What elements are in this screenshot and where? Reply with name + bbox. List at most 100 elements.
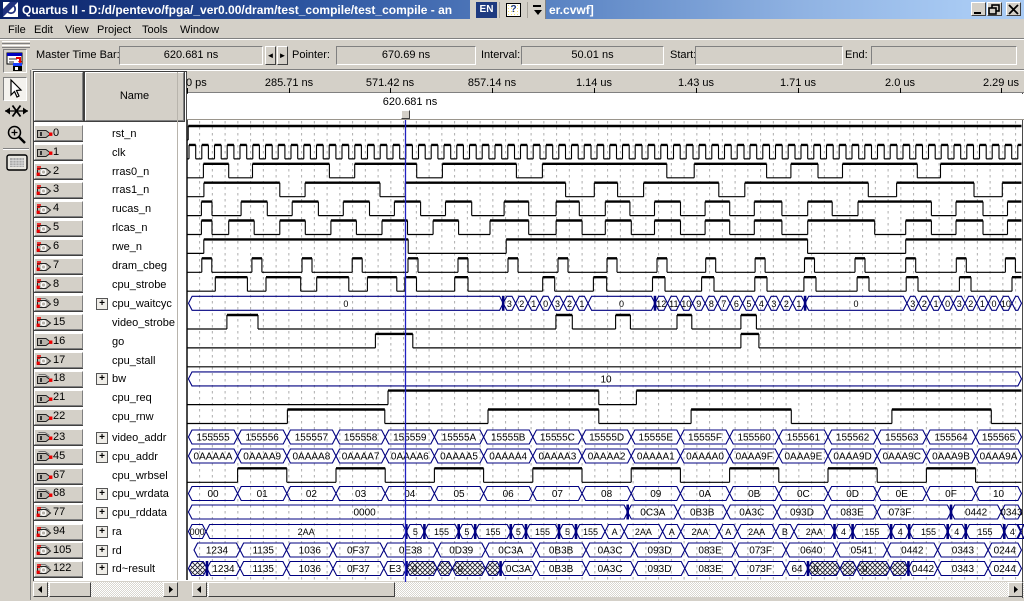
svg-text:083E: 083E xyxy=(840,508,864,519)
svg-text:0AAAA2: 0AAAA2 xyxy=(588,452,626,463)
svg-text:0: 0 xyxy=(412,564,417,574)
svg-text:0442: 0442 xyxy=(912,564,935,575)
svg-text:0C3A: 0C3A xyxy=(640,508,665,519)
svg-text:08: 08 xyxy=(601,489,613,500)
svg-text:06: 06 xyxy=(503,489,515,500)
svg-text:155560: 155560 xyxy=(738,433,772,444)
svg-text:2: 2 xyxy=(784,299,789,309)
svg-text:0E38: 0E38 xyxy=(399,546,423,557)
svg-text:3: 3 xyxy=(957,299,962,309)
svg-text:155: 155 xyxy=(434,527,449,537)
svg-text:4: 4 xyxy=(1010,527,1015,537)
svg-text:15555A: 15555A xyxy=(442,433,477,444)
svg-text:0AAA9F: 0AAA9F xyxy=(736,452,773,463)
svg-text:0AAAA4: 0AAAA4 xyxy=(489,452,527,463)
svg-text:0E: 0E xyxy=(896,489,909,500)
svg-text:1234: 1234 xyxy=(206,546,229,557)
svg-text:0AAAA7: 0AAAA7 xyxy=(342,452,380,463)
svg-text:1: 1 xyxy=(796,299,801,309)
svg-text:11: 11 xyxy=(669,299,678,309)
svg-text:083E: 083E xyxy=(698,564,722,575)
svg-text:A: A xyxy=(725,527,731,537)
svg-text:155555: 155555 xyxy=(196,433,230,444)
svg-text:0AAAAA: 0AAAAA xyxy=(194,452,233,463)
svg-text:5: 5 xyxy=(464,527,469,537)
svg-text:3: 3 xyxy=(555,299,560,309)
svg-text:155: 155 xyxy=(977,527,992,537)
svg-text:0442: 0442 xyxy=(901,546,924,557)
svg-text:A: A xyxy=(669,527,675,537)
svg-text:0B3B: 0B3B xyxy=(690,508,715,519)
svg-text:2AA: 2AA xyxy=(298,527,315,537)
svg-text:0A: 0A xyxy=(699,489,712,500)
svg-text:155558: 155558 xyxy=(344,433,378,444)
svg-text:083E: 083E xyxy=(698,546,722,557)
svg-text:0C: 0C xyxy=(797,489,810,500)
svg-text:4: 4 xyxy=(954,527,959,537)
svg-text:4: 4 xyxy=(898,527,903,537)
svg-text:0AAAA6: 0AAAA6 xyxy=(391,452,429,463)
svg-text:7: 7 xyxy=(721,299,726,309)
svg-text:0AAA9C: 0AAA9C xyxy=(883,452,921,463)
svg-text:0AAAA1: 0AAAA1 xyxy=(637,452,675,463)
svg-text:2: 2 xyxy=(922,299,927,309)
svg-text:E3: E3 xyxy=(389,564,402,575)
svg-text:B: B xyxy=(782,527,788,537)
svg-text:0F37: 0F37 xyxy=(347,546,370,557)
svg-text:1: 1 xyxy=(579,299,584,309)
svg-text:0: 0 xyxy=(343,299,348,309)
svg-text:10: 10 xyxy=(993,489,1005,500)
svg-text:3: 3 xyxy=(910,299,915,309)
svg-text:5: 5 xyxy=(413,527,418,537)
svg-text:155: 155 xyxy=(535,527,550,537)
svg-text:1: 1 xyxy=(933,299,938,309)
svg-text:2: 2 xyxy=(519,299,524,309)
svg-text:0244: 0244 xyxy=(994,546,1017,557)
svg-text:1135: 1135 xyxy=(252,564,274,575)
svg-text:093D: 093D xyxy=(648,564,672,575)
svg-text:15555E: 15555E xyxy=(639,433,674,444)
svg-text:0AAAA9: 0AAAA9 xyxy=(243,452,281,463)
svg-text:2AA: 2AA xyxy=(806,527,823,537)
svg-text:1036: 1036 xyxy=(299,546,322,557)
svg-text:155: 155 xyxy=(485,527,500,537)
svg-text:0B3B: 0B3B xyxy=(549,546,574,557)
svg-text:073F: 073F xyxy=(889,508,912,519)
svg-text:0A3C: 0A3C xyxy=(739,508,764,519)
svg-text:155: 155 xyxy=(864,527,879,537)
svg-text:0AAAA0: 0AAAA0 xyxy=(686,452,724,463)
svg-text:0B3B: 0B3B xyxy=(549,564,574,575)
svg-text:A: A xyxy=(612,527,618,537)
svg-text:155564: 155564 xyxy=(934,433,968,444)
svg-text:0: 0 xyxy=(619,299,624,309)
svg-text:155562: 155562 xyxy=(836,433,870,444)
svg-text:02: 02 xyxy=(306,489,318,500)
svg-text:15555F: 15555F xyxy=(688,433,722,444)
svg-text:0AAAA3: 0AAAA3 xyxy=(538,452,576,463)
svg-text:15555B: 15555B xyxy=(491,433,526,444)
svg-text:155: 155 xyxy=(583,527,598,537)
svg-text:1: 1 xyxy=(531,299,536,309)
svg-text:0: 0 xyxy=(458,564,463,574)
svg-text:2AA: 2AA xyxy=(748,527,765,537)
svg-text:03: 03 xyxy=(355,489,367,500)
svg-text:0B: 0B xyxy=(748,489,761,500)
svg-text:0D39: 0D39 xyxy=(449,546,473,557)
svg-text:073F: 073F xyxy=(749,546,772,557)
svg-text:0: 0 xyxy=(862,564,867,574)
svg-text:0343: 0343 xyxy=(952,546,975,557)
svg-text:0442: 0442 xyxy=(965,508,988,519)
svg-text:0AAAA5: 0AAAA5 xyxy=(440,452,478,463)
svg-text:0640: 0640 xyxy=(800,546,823,557)
svg-text:2: 2 xyxy=(968,299,973,309)
svg-text:0: 0 xyxy=(813,564,818,574)
svg-text:3: 3 xyxy=(771,299,776,309)
svg-text:0AAA9D: 0AAA9D xyxy=(833,452,871,463)
svg-text:09: 09 xyxy=(650,489,662,500)
svg-text:0F37: 0F37 xyxy=(347,564,370,575)
svg-text:0343: 0343 xyxy=(952,564,975,575)
svg-text:00: 00 xyxy=(207,489,219,500)
svg-text:1: 1 xyxy=(980,299,985,309)
svg-text:0: 0 xyxy=(543,299,548,309)
svg-text:1036: 1036 xyxy=(299,564,322,575)
